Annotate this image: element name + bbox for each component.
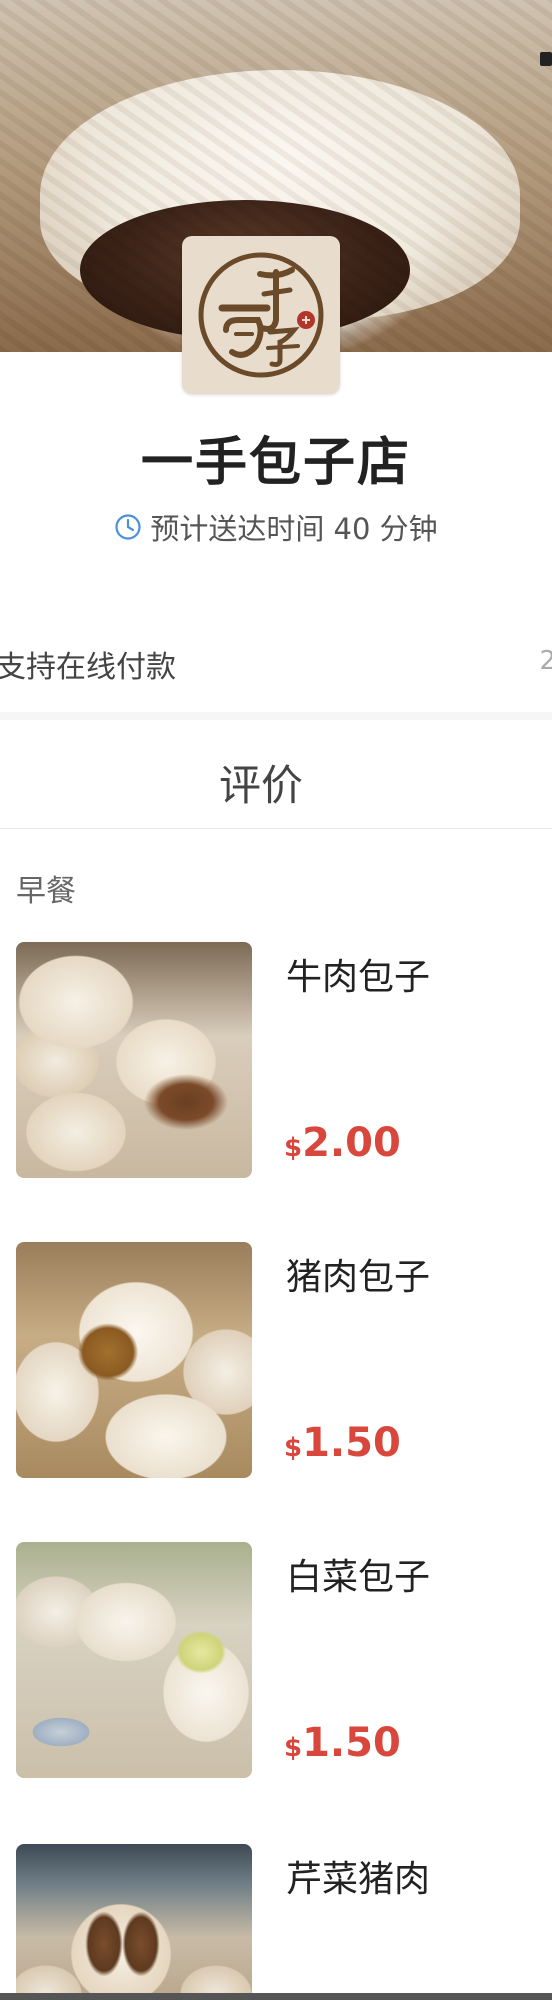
menu-item[interactable]: 芹菜猪肉	[0, 1844, 552, 2000]
product-image	[16, 1542, 252, 1778]
product-image	[16, 1844, 252, 2000]
product-image	[16, 942, 252, 1178]
bottom-edge-bar	[0, 1993, 552, 2000]
tab-reviews[interactable]: 评价	[0, 752, 522, 813]
product-name: 白菜包子	[286, 1557, 431, 1598]
product-price: $2.00	[284, 1120, 401, 1166]
menu-item[interactable]: 牛肉包子 $2.00	[0, 942, 552, 1178]
price-amount: 1.50	[302, 1720, 401, 1766]
currency-symbol: $	[284, 1433, 303, 1463]
section-separator	[0, 712, 552, 720]
product-name: 猪肉包子	[286, 1257, 431, 1298]
shop-page: 一手包子店 预计送达时间 40 分钟 支持在线付款 2 评价 早餐 牛肉包子 $…	[0, 0, 552, 2000]
payment-info: 支持在线付款	[0, 650, 176, 685]
status-corner-icon	[540, 52, 552, 66]
eta-text: 预计送达时间 40 分钟	[150, 512, 438, 546]
price-amount: 2.00	[302, 1120, 401, 1166]
shop-name: 一手包子店	[140, 433, 411, 493]
menu-category-title: 早餐	[16, 874, 76, 909]
menu-item[interactable]: 猪肉包子 $1.50	[0, 1242, 552, 1478]
product-name: 牛肉包子	[286, 957, 431, 998]
menu-item[interactable]: 白菜包子 $1.50	[0, 1542, 552, 1778]
product-image	[16, 1242, 252, 1478]
price-amount: 1.50	[302, 1420, 401, 1466]
currency-symbol: $	[284, 1733, 303, 1763]
payment-info-right: 2	[539, 646, 552, 676]
clock-icon	[115, 514, 141, 540]
product-price: $1.50	[284, 1420, 401, 1466]
delivery-eta: 预计送达时间 40 分钟	[0, 506, 552, 548]
product-name: 芹菜猪肉	[286, 1859, 431, 1900]
shop-logo	[182, 236, 340, 394]
divider	[0, 828, 552, 829]
currency-symbol: $	[284, 1133, 303, 1163]
product-price: $1.50	[284, 1720, 401, 1766]
